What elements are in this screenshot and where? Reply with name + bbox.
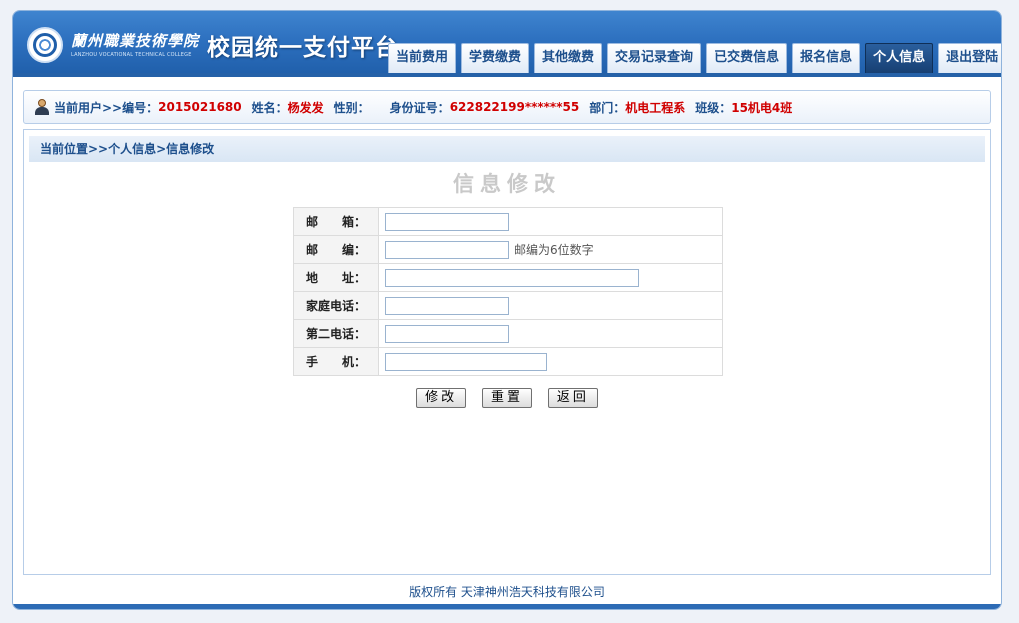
user-name-label: 姓名： — [251, 100, 288, 115]
tab-personal-info[interactable]: 个人信息 — [865, 43, 934, 73]
user-name: 杨发发 — [287, 100, 324, 115]
user-id-label: 当前用户>>编号： — [54, 100, 159, 115]
user-idcard: 622822199******55 — [449, 100, 580, 114]
form-title: 信息修改 — [453, 171, 561, 196]
email-label: 邮 箱： — [293, 207, 379, 236]
breadcrumb: 当前位置>>个人信息>信息修改 — [29, 136, 985, 162]
tab-other-payment[interactable]: 其他缴费 — [534, 43, 603, 73]
header: 蘭州職業技術學院 LANZHOU VOCATIONAL TECHNICAL CO… — [13, 11, 1001, 77]
user-id: 2015021680 — [158, 100, 242, 114]
address-input[interactable] — [385, 268, 639, 287]
second-phone-input[interactable] — [385, 324, 509, 343]
user-dept-label: 部门： — [589, 100, 626, 115]
modify-button[interactable]: 修改 — [416, 388, 467, 408]
tab-tuition-payment[interactable]: 学费缴费 — [461, 43, 530, 73]
footer-bar — [13, 604, 1001, 609]
mobile-input[interactable] — [385, 352, 547, 371]
address-label: 地 址： — [293, 263, 379, 292]
postcode-label: 邮 编： — [293, 235, 379, 264]
second-phone-label: 第二电话： — [293, 319, 379, 348]
form-row-home-phone: 家庭电话： — [293, 291, 723, 320]
logo: 蘭州職業技術學院 LANZHOU VOCATIONAL TECHNICAL CO… — [27, 23, 399, 67]
tab-current-fees[interactable]: 当前费用 — [388, 43, 457, 73]
mobile-label: 手 机： — [293, 347, 379, 376]
postcode-input[interactable] — [385, 240, 509, 259]
school-name-block: 蘭州職業技術學院 LANZHOU VOCATIONAL TECHNICAL CO… — [71, 31, 199, 59]
tab-paid-info[interactable]: 已交费信息 — [706, 43, 788, 73]
platform-title: 校园统一支付平台 — [207, 35, 400, 61]
form-row-address: 地 址： — [293, 263, 723, 292]
app-frame: 蘭州職業技術學院 LANZHOU VOCATIONAL TECHNICAL CO… — [12, 10, 1002, 610]
info-edit-form: 邮 箱： 邮 编： 邮编为6位数字 地 址： 家庭电话： 第二电话： 手 机： — [293, 207, 723, 376]
user-idcard-label: 身份证号： — [389, 100, 450, 115]
form-row-second-phone: 第二电话： — [293, 319, 723, 348]
postcode-hint: 邮编为6位数字 — [514, 243, 594, 257]
seal-emblem — [33, 33, 57, 57]
tab-logout[interactable]: 退出登陆 — [938, 43, 1001, 73]
content-panel: 当前位置>>个人信息>信息修改 信息修改 邮 箱： 邮 编： 邮编为6位数字 地… — [23, 129, 991, 575]
user-icon — [34, 99, 50, 115]
user-class-label: 班级： — [695, 100, 732, 115]
tab-registration-info[interactable]: 报名信息 — [792, 43, 861, 73]
form-row-postcode: 邮 编： 邮编为6位数字 — [293, 235, 723, 264]
form-row-mobile: 手 机： — [293, 347, 723, 376]
header-divider — [13, 73, 1001, 77]
main-nav: 当前费用 学费缴费 其他缴费 交易记录查询 已交费信息 报名信息 个人信息 退出… — [388, 43, 1001, 73]
user-gender-label: 性别： — [333, 100, 370, 115]
school-seal-icon — [27, 27, 63, 63]
school-name-cn: 蘭州職業技術學院 — [71, 32, 200, 50]
back-button[interactable]: 返回 — [547, 388, 598, 408]
tab-transaction-query[interactable]: 交易记录查询 — [607, 43, 702, 73]
form-row-email: 邮 箱： — [293, 207, 723, 236]
user-class: 15机电4班 — [731, 100, 793, 115]
home-phone-input[interactable] — [385, 296, 509, 315]
form-buttons: 修改 重置 返回 — [24, 388, 990, 408]
reset-button[interactable]: 重置 — [481, 388, 532, 408]
email-input[interactable] — [385, 212, 509, 231]
home-phone-label: 家庭电话： — [293, 291, 379, 320]
current-user-bar: 当前用户>>编号： 2015021680 姓名： 杨发发 性别： 身份证号： 6… — [23, 90, 991, 124]
user-dept: 机电工程系 — [625, 100, 686, 115]
school-name-en: LANZHOU VOCATIONAL TECHNICAL COLLEGE — [71, 52, 192, 58]
